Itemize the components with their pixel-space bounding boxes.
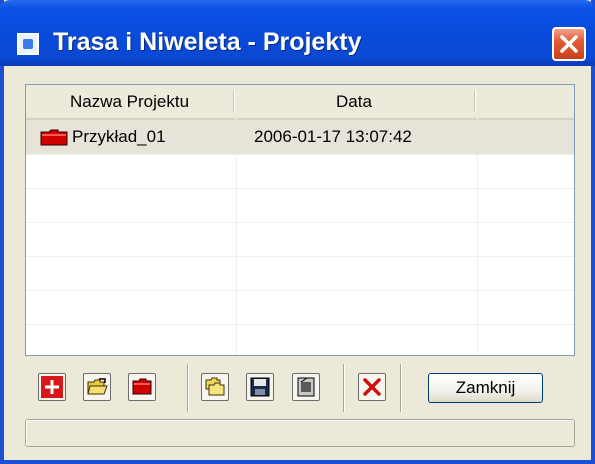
close-dialog-button[interactable]: Zamknij <box>428 373 543 403</box>
window-title: Trasa i Niweleta - Projekty <box>53 28 362 56</box>
table-row[interactable] <box>26 290 574 325</box>
copy-project-button[interactable] <box>201 373 229 401</box>
title-bar[interactable]: Trasa i Niweleta - Projekty <box>0 0 595 66</box>
table-row[interactable] <box>26 324 574 355</box>
open-project-button[interactable] <box>83 373 111 401</box>
column-header-date[interactable]: Data <box>234 85 474 118</box>
project-date-cell: 2006-01-17 13:07:42 <box>254 127 412 146</box>
new-project-button[interactable] <box>38 373 66 401</box>
project-list[interactable]: Nazwa Projektu Data Przykład_01 2006-01-… <box>25 84 575 356</box>
document-icon <box>297 377 315 397</box>
close-icon <box>560 35 578 53</box>
list-header: Nazwa Projektu Data <box>26 85 574 120</box>
open-folder-icon <box>87 378 108 395</box>
floppy-disk-icon <box>250 377 270 397</box>
plus-icon <box>41 376 63 398</box>
export-project-button[interactable] <box>292 373 320 401</box>
red-folder-icon <box>40 129 68 146</box>
folders-icon <box>205 377 225 396</box>
app-icon <box>17 33 39 55</box>
column-separator[interactable] <box>474 90 475 112</box>
status-bar <box>25 419 575 447</box>
table-row[interactable] <box>26 256 574 291</box>
table-row[interactable] <box>26 222 574 257</box>
table-row[interactable]: Przykład_01 2006-01-17 13:07:42 <box>26 120 574 155</box>
delete-project-button[interactable] <box>358 373 386 401</box>
delete-x-icon <box>363 378 381 396</box>
project-folder-button[interactable] <box>128 373 156 401</box>
column-header-name[interactable]: Nazwa Projektu <box>26 85 233 118</box>
table-row[interactable] <box>26 188 574 223</box>
project-name-cell: Przykład_01 <box>72 127 166 146</box>
red-folder-icon <box>132 378 152 395</box>
table-row[interactable] <box>26 154 574 189</box>
save-project-button[interactable] <box>246 373 274 401</box>
close-button[interactable] <box>552 27 586 61</box>
